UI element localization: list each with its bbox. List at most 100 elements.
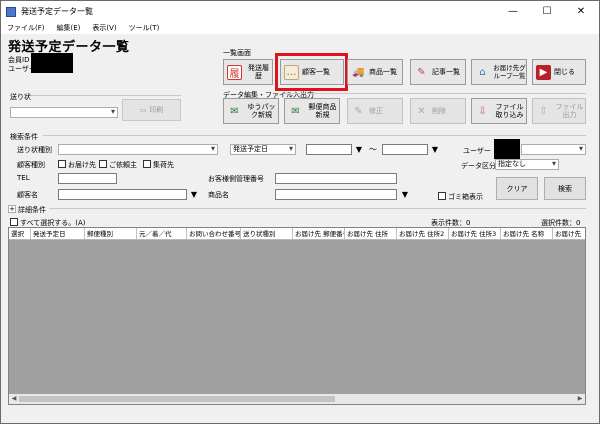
- date-to-input[interactable]: [382, 144, 428, 155]
- search-section-label: 検索条件: [10, 133, 38, 141]
- printer-icon: ▭: [139, 106, 147, 114]
- detail-conditions-label: 詳細条件: [18, 206, 46, 214]
- scroll-right-icon[interactable]: ▶: [575, 394, 585, 404]
- slip-type-select[interactable]: [58, 144, 218, 155]
- detail-divider: [49, 208, 586, 209]
- date-type-select[interactable]: 発送予定日: [230, 144, 296, 155]
- exit-door-icon: ▶: [536, 64, 551, 80]
- shipper-checkbox[interactable]: [143, 160, 151, 168]
- customer-name-label: 顧客名: [17, 191, 38, 199]
- client-checkbox[interactable]: [99, 160, 107, 168]
- data-class-label: データ区分: [461, 162, 496, 170]
- menu-bar: ファイル(F) 編集(E) 表示(V) ツール(T): [1, 22, 599, 34]
- file-export-icon: ⇧: [539, 105, 548, 117]
- user-select[interactable]: [521, 144, 586, 155]
- customer-type-label: 顧客種別: [17, 161, 45, 169]
- column-header[interactable]: 発送予定日: [31, 228, 85, 239]
- trash-checkbox[interactable]: [438, 192, 446, 200]
- column-header[interactable]: お届け先 名称: [501, 228, 553, 239]
- date-from-picker-icon[interactable]: ▼: [354, 144, 364, 155]
- column-header[interactable]: お届け先 住所2: [397, 228, 449, 239]
- shipping-data-grid[interactable]: 選択 発送予定日 郵便種別 元／着／代 お問い合わせ番号 送り状種別 お届け先 …: [8, 227, 586, 405]
- article-list-button[interactable]: ✎ 記事一覧: [410, 59, 466, 85]
- clear-button[interactable]: クリア: [496, 177, 538, 200]
- column-header[interactable]: お問い合わせ番号: [187, 228, 241, 239]
- window-title: 発送予定データ一覧: [21, 7, 93, 16]
- column-header[interactable]: 選択: [9, 228, 31, 239]
- file-import-icon: ⇩: [478, 105, 487, 117]
- redacted-user-name: [494, 139, 520, 159]
- shipping-history-button[interactable]: 履 発送履歴: [223, 59, 273, 85]
- recipient-checkbox-label: お届け先: [68, 161, 96, 169]
- tel-label: TEL: [17, 174, 30, 182]
- product-name-input[interactable]: [275, 189, 397, 200]
- grid-header: 選択 発送予定日 郵便種別 元／着／代 お問い合わせ番号 送り状種別 お届け先 …: [9, 228, 585, 240]
- menu-view[interactable]: 表示(V): [86, 22, 122, 34]
- postal-icon: ✉: [291, 105, 300, 117]
- title-bar: 発送予定データ一覧 — ☐ ✕: [1, 1, 599, 22]
- mgmt-no-label: お客様側管理番号: [208, 175, 264, 183]
- horizontal-scrollbar[interactable]: ◀ ▶: [9, 394, 585, 404]
- scroll-left-icon[interactable]: ◀: [9, 394, 19, 404]
- product-name-label: 商品名: [208, 191, 229, 199]
- house-group-icon: ⌂: [479, 66, 486, 78]
- edit-button[interactable]: ✎ 修正: [347, 98, 403, 124]
- delete-button[interactable]: ✕ 削除: [410, 98, 466, 124]
- column-header[interactable]: お届け先 住所3: [449, 228, 501, 239]
- delivery-slip-select[interactable]: [10, 107, 118, 118]
- delivery-slip-label: 送り状: [10, 93, 31, 101]
- date-from-input[interactable]: [306, 144, 352, 155]
- history-icon: 履: [227, 64, 242, 80]
- delivery-group-list-button[interactable]: ⌂ お届け先グループ一覧: [471, 59, 527, 85]
- edit-icon: ✎: [354, 105, 363, 117]
- pencil-icon: ✎: [417, 66, 426, 78]
- trash-label: ゴミ箱表示: [448, 193, 483, 201]
- customer-name-input[interactable]: [58, 189, 187, 200]
- recipient-checkbox[interactable]: [58, 160, 66, 168]
- search-user-label: ユーザー: [463, 147, 491, 155]
- app-window: 発送予定データ一覧 — ☐ ✕ ファイル(F) 編集(E) 表示(V) ツール(…: [0, 0, 600, 424]
- tel-input[interactable]: [58, 173, 117, 184]
- list-screen-label: 一覧画面: [223, 49, 251, 57]
- truck-icon: 🚚: [352, 66, 365, 78]
- close-screen-button[interactable]: ▶ 閉じる: [532, 59, 586, 85]
- menu-tools[interactable]: ツール(T): [123, 22, 166, 34]
- column-header[interactable]: お届け先: [553, 228, 585, 239]
- file-export-button[interactable]: ⇧ ファイル出力: [532, 98, 586, 124]
- customer-name-dropdown-icon[interactable]: ▼: [189, 189, 199, 200]
- product-name-dropdown-icon[interactable]: ▼: [400, 189, 410, 200]
- yu-pack-icon: ✉: [230, 105, 239, 117]
- redacted-user-info: [31, 53, 73, 73]
- column-header[interactable]: お届け先 住所: [345, 228, 397, 239]
- close-button[interactable]: ✕: [564, 1, 598, 22]
- column-header[interactable]: 送り状種別: [241, 228, 293, 239]
- date-range-tilde: 〜: [369, 145, 377, 154]
- column-header[interactable]: 元／着／代: [137, 228, 187, 239]
- maximize-button[interactable]: ☐: [530, 1, 564, 22]
- search-divider: [43, 135, 586, 136]
- mgmt-no-input[interactable]: [275, 173, 397, 184]
- postal-product-new-button[interactable]: ✉ 郵便商品新規: [284, 98, 340, 124]
- product-list-button[interactable]: 🚚 商品一覧: [347, 59, 403, 85]
- menu-file[interactable]: ファイル(F): [1, 22, 51, 34]
- column-header[interactable]: 郵便種別: [85, 228, 137, 239]
- client-checkbox-label: ご依頼主: [109, 161, 137, 169]
- date-to-picker-icon[interactable]: ▼: [430, 144, 440, 155]
- minimize-button[interactable]: —: [496, 1, 530, 22]
- app-icon: [6, 6, 16, 17]
- data-edit-divider: [284, 93, 586, 94]
- column-header[interactable]: お届け先 郵便番号: [293, 228, 345, 239]
- yu-pack-new-button[interactable]: ✉ ゆうパック新規: [223, 98, 279, 124]
- select-all-checkbox[interactable]: [10, 218, 18, 226]
- slip-type-label: 送り状種別: [17, 146, 52, 154]
- file-import-button[interactable]: ⇩ ファイル取り込み: [471, 98, 527, 124]
- scrollbar-thumb[interactable]: [19, 396, 335, 402]
- data-class-select[interactable]: 指定なし: [495, 159, 559, 170]
- detail-expand-toggle[interactable]: +: [8, 205, 16, 213]
- customer-list-highlight: [275, 53, 348, 91]
- delete-icon: ✕: [417, 105, 426, 117]
- print-button[interactable]: ▭ 印刷: [122, 99, 181, 121]
- search-button[interactable]: 検索: [544, 177, 586, 200]
- menu-edit[interactable]: 編集(E): [51, 22, 87, 34]
- delivery-slip-divider: [31, 95, 181, 96]
